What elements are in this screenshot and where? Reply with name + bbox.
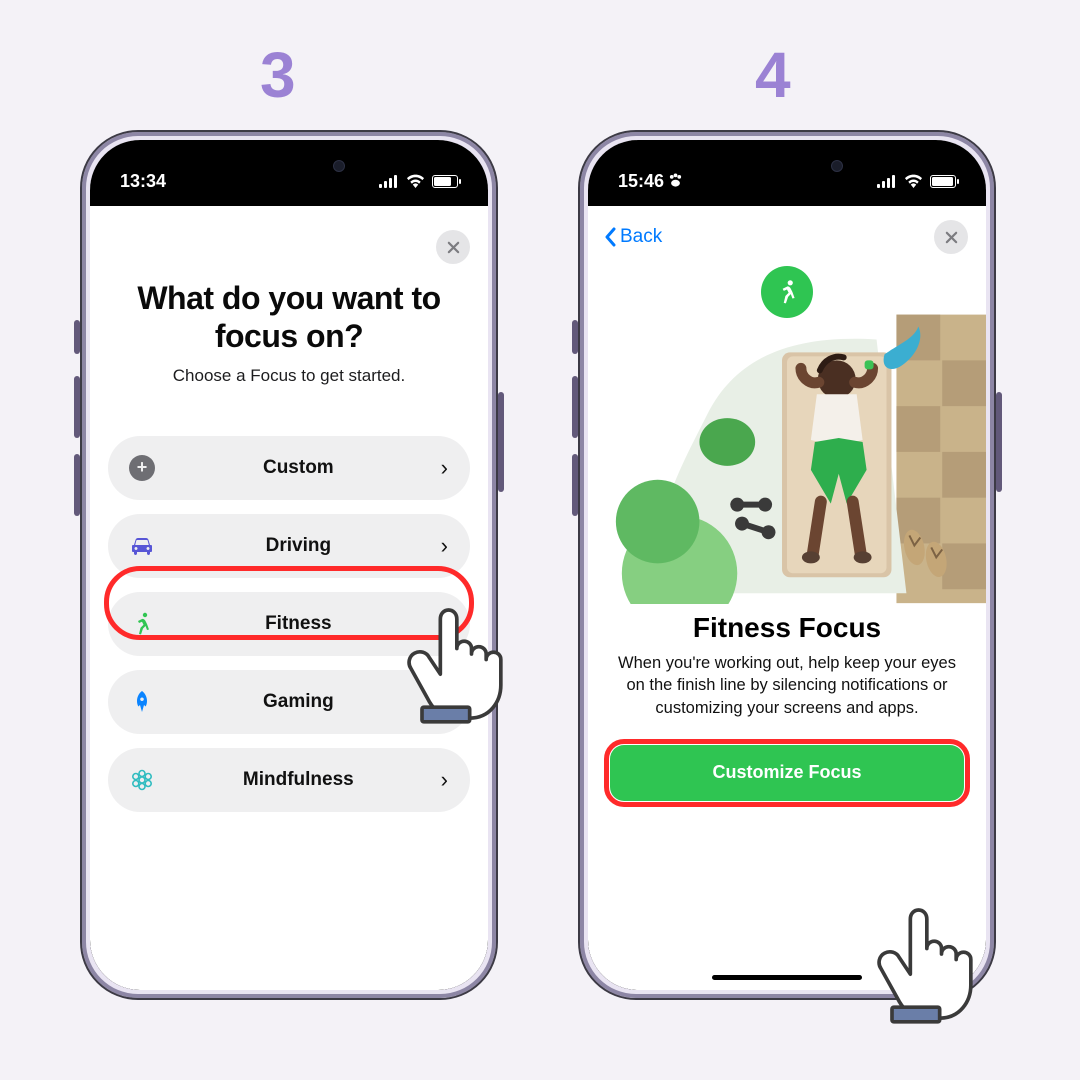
- focus-item-gaming[interactable]: Gaming ›: [108, 670, 470, 734]
- focus-description: When you're working out, help keep your …: [588, 652, 986, 745]
- car-icon: [128, 536, 156, 556]
- home-indicator[interactable]: [712, 975, 862, 980]
- runner-icon: [128, 612, 156, 636]
- chevron-right-icon: ›: [441, 689, 448, 715]
- dynamic-island: [717, 146, 857, 186]
- focus-item-custom[interactable]: + Custom ›: [108, 436, 470, 500]
- chevron-right-icon: ›: [441, 767, 448, 793]
- focus-title: Fitness Focus: [588, 604, 986, 652]
- screen-4: 15:46 Back: [588, 140, 986, 990]
- page-subtitle: Choose a Focus to get started.: [90, 366, 488, 414]
- phone-mockup-4: 15:46 Back: [578, 130, 996, 1000]
- dynamic-island: [219, 146, 359, 186]
- focus-item-label: Driving: [156, 535, 441, 557]
- phone-side-button: [996, 392, 1002, 492]
- focus-item-label: Fitness: [156, 613, 441, 635]
- close-button[interactable]: [934, 220, 968, 254]
- mind-icon: [128, 768, 156, 792]
- customize-focus-button[interactable]: Customize Focus: [610, 745, 964, 801]
- focus-list: + Custom › Driving ›: [90, 414, 488, 812]
- page-title: What do you want to focus on?: [90, 270, 488, 366]
- focus-item-mindfulness[interactable]: Mindfulness ›: [108, 748, 470, 812]
- plus-icon: +: [128, 455, 156, 481]
- phone-mockup-3: 13:34 What do you want to focus on? Choo…: [80, 130, 498, 1000]
- battery-icon: [432, 175, 458, 188]
- chevron-right-icon: ›: [441, 611, 448, 637]
- status-time: 13:34: [120, 171, 166, 192]
- step-number-4: 4: [755, 38, 791, 112]
- wifi-icon: [904, 174, 923, 188]
- focus-item-fitness[interactable]: Fitness ›: [108, 592, 470, 656]
- cellular-icon: [877, 175, 897, 188]
- focus-item-label: Gaming: [156, 691, 441, 713]
- cellular-icon: [379, 175, 399, 188]
- chevron-right-icon: ›: [441, 533, 448, 559]
- wifi-icon: [406, 174, 425, 188]
- rocket-icon: [128, 690, 156, 714]
- screen-3: 13:34 What do you want to focus on? Choo…: [90, 140, 488, 990]
- back-label: Back: [620, 226, 662, 248]
- paw-icon: [668, 173, 683, 190]
- focus-item-driving[interactable]: Driving ›: [108, 514, 470, 578]
- close-button[interactable]: [436, 230, 470, 264]
- focus-item-label: Custom: [156, 457, 441, 479]
- runner-badge-icon: [761, 266, 813, 318]
- status-time: 15:46: [618, 171, 664, 192]
- fitness-illustration: [588, 264, 986, 604]
- battery-icon: [930, 175, 956, 188]
- back-button[interactable]: Back: [602, 226, 662, 248]
- chevron-right-icon: ›: [441, 455, 448, 481]
- phone-side-button: [498, 392, 504, 492]
- step-number-3: 3: [260, 38, 296, 112]
- focus-item-label: Mindfulness: [156, 769, 441, 791]
